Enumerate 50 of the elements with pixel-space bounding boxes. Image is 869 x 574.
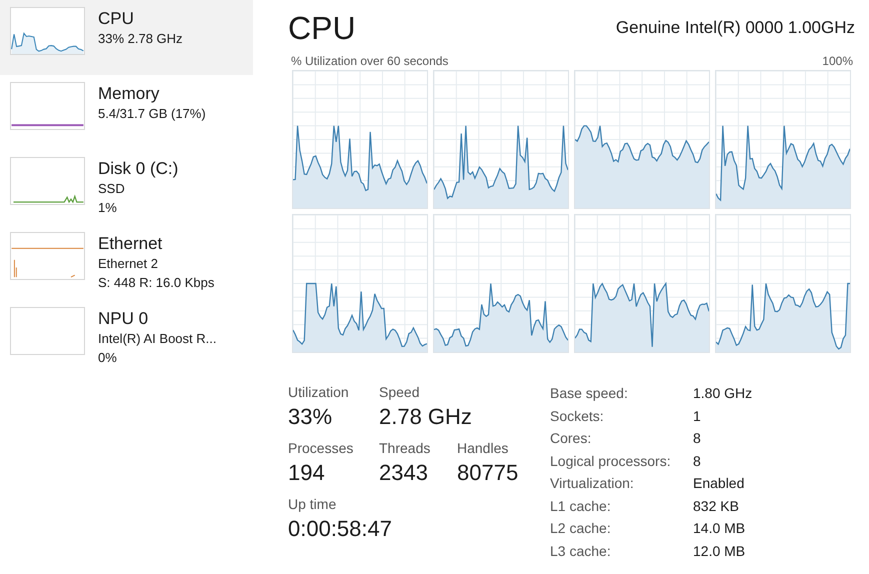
detail-value: 14.0 MB xyxy=(693,519,746,538)
sidebar-item[interactable]: Memory 5.4/31.7 GB (17%) xyxy=(0,75,253,150)
detail-label: Virtualization: xyxy=(550,474,635,493)
device-detail: 33% 2.78 GHz xyxy=(98,30,183,48)
stat-label: Speed xyxy=(379,383,420,401)
stat-value: 0:00:58:47 xyxy=(288,515,392,543)
stat-label: Handles xyxy=(457,439,508,457)
sidebar-item[interactable]: CPU 33% 2.78 GHz xyxy=(0,0,253,75)
detail-value: Enabled xyxy=(693,474,746,493)
detail-label: Base speed: xyxy=(550,384,629,403)
detail-value: 1 xyxy=(693,406,702,426)
detail-label: L3 cache: xyxy=(550,542,612,560)
sidebar-item[interactable]: NPU 0 Intel(R) AI Boost R... 0% xyxy=(0,300,253,375)
detail-label: L2 cache: xyxy=(550,519,612,538)
device-detail: 1% xyxy=(98,199,118,217)
stat-value: 80775 xyxy=(457,459,518,487)
device-name: Ethernet xyxy=(98,234,164,254)
graph-max-label: 100% xyxy=(822,54,853,68)
stat-value: 2343 xyxy=(379,459,428,487)
device-name: CPU xyxy=(98,9,135,29)
detail-value: 8 xyxy=(693,452,702,470)
sidebar-item[interactable]: Ethernet Ethernet 2 S: 448 R: 16.0 Kbps xyxy=(0,225,253,300)
detail-label: Sockets: xyxy=(550,406,605,426)
device-detail: Intel(R) AI Boost R... xyxy=(98,330,216,348)
stat-value: 194 xyxy=(288,459,325,487)
stat-label: Up time xyxy=(288,495,336,513)
detail-label: Logical processors: xyxy=(550,452,672,471)
graph-caption: % Utilization over 60 seconds xyxy=(291,54,448,68)
device-detail: 5.4/31.7 GB (17%) xyxy=(98,105,206,123)
sidebar-item[interactable]: Disk 0 (C:) SSD 1% xyxy=(0,150,253,225)
detail-label: L1 cache: xyxy=(550,496,612,516)
detail-value: 832 KB xyxy=(693,496,740,516)
stat-value: 2.78 GHz xyxy=(379,403,472,431)
device-detail: S: 448 R: 16.0 Kbps xyxy=(98,274,214,292)
detail-value: 8 xyxy=(693,429,702,448)
device-detail: Ethernet 2 xyxy=(98,255,159,273)
device-name: NPU 0 xyxy=(98,309,150,329)
detail-value: 12.0 MB xyxy=(693,542,746,560)
device-name: Memory xyxy=(98,84,160,104)
page-title: CPU xyxy=(288,9,356,48)
stat-label: Processes xyxy=(288,439,354,457)
detail-label: Cores: xyxy=(550,429,592,448)
device-detail: 0% xyxy=(98,349,118,367)
device-detail: SSD xyxy=(98,180,126,198)
stat-value: 33% xyxy=(288,403,332,431)
stat-label: Threads xyxy=(379,439,430,457)
device-name: Disk 0 (C:) xyxy=(98,159,178,179)
detail-value: 1.80 GHz xyxy=(693,384,752,403)
processor-name: Genuine Intel(R) 0000 1.00GHz xyxy=(616,18,855,38)
stat-label: Utilization xyxy=(288,383,349,401)
